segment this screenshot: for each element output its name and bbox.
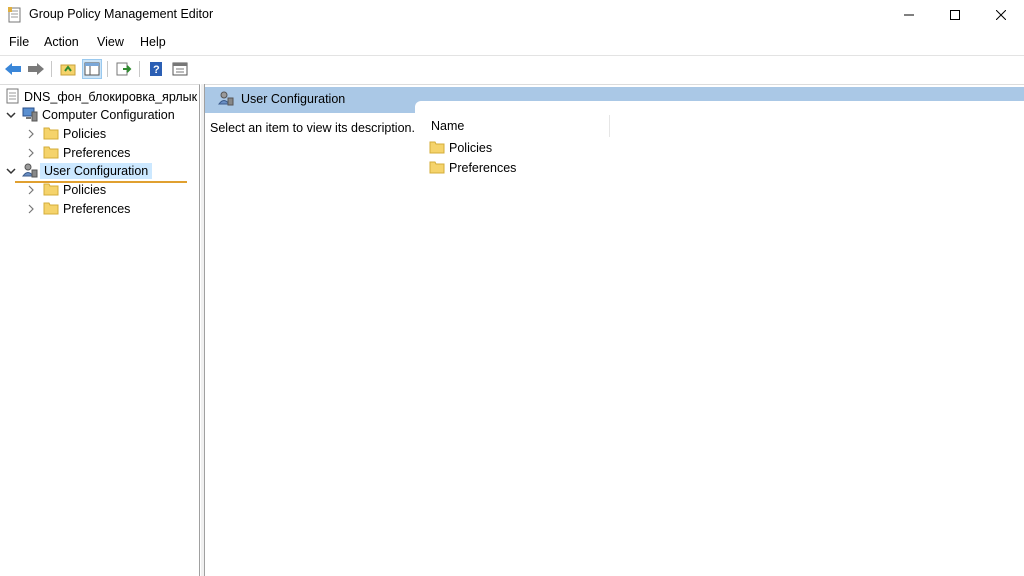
chevron-right-icon[interactable] [26, 148, 36, 158]
menu-action[interactable]: Action [44, 35, 79, 49]
menu-help[interactable]: Help [140, 35, 166, 49]
menu-bar: File Action View Help [0, 31, 1024, 53]
tree-label-user-preferences: Preferences [63, 202, 131, 216]
description-text: Select an item to view its description. [210, 121, 415, 135]
list-item-label: Preferences [449, 161, 517, 175]
folder-icon [43, 201, 59, 218]
back-icon[interactable] [3, 59, 23, 79]
list-item-preferences[interactable]: Preferences [429, 159, 516, 177]
title-bar: Group Policy Management Editor [0, 0, 1024, 30]
tree-label-computer-configuration: Computer Configuration [42, 108, 175, 122]
tree-label-computer-preferences: Preferences [63, 146, 131, 160]
show-hide-tree-icon[interactable] [82, 59, 102, 79]
tree-label-user-configuration: User Configuration [40, 163, 153, 179]
menu-view[interactable]: View [97, 35, 124, 49]
list-item-policies[interactable]: Policies [429, 139, 492, 157]
folder-icon [429, 160, 445, 177]
user-icon [218, 90, 234, 109]
folder-icon [43, 182, 59, 199]
close-button[interactable] [978, 0, 1024, 30]
chevron-right-icon[interactable] [26, 129, 36, 139]
chevron-down-icon[interactable] [6, 110, 16, 120]
forward-icon[interactable] [26, 59, 46, 79]
folder-icon [43, 126, 59, 143]
tree-root-label: DNS_фон_блокировка_ярлык [24, 90, 198, 104]
column-header-name[interactable]: Name [431, 119, 464, 133]
svg-text:?: ? [153, 64, 160, 76]
up-folder-icon[interactable] [58, 59, 78, 79]
user-icon [22, 162, 38, 181]
tree-item-user-configuration[interactable]: User Configuration [6, 162, 153, 181]
window-title: Group Policy Management Editor [29, 7, 214, 21]
folder-icon [43, 145, 59, 162]
minimize-button[interactable] [886, 0, 932, 30]
help-icon[interactable]: ? [146, 59, 166, 79]
chevron-right-icon[interactable] [26, 185, 36, 195]
details-header-title: User Configuration [241, 92, 346, 106]
tree-label-user-policies: Policies [63, 183, 107, 197]
chevron-down-icon[interactable] [6, 166, 16, 176]
column-separator[interactable] [609, 115, 610, 137]
tree-item-computer-configuration[interactable]: Computer Configuration [6, 106, 175, 124]
list-item-label: Policies [449, 141, 493, 155]
gpo-document-icon [6, 88, 20, 107]
export-list-icon[interactable] [114, 59, 134, 79]
chevron-right-icon[interactable] [26, 204, 36, 214]
tree-item-user-preferences[interactable]: Preferences [26, 200, 130, 218]
tree-item-computer-preferences[interactable]: Preferences [26, 144, 130, 162]
tree-item-computer-policies[interactable]: Policies [26, 125, 106, 143]
properties-icon[interactable] [170, 59, 190, 79]
console-tree: DNS_фон_блокировка_ярлык Computer Config… [0, 84, 200, 576]
tree-item-user-policies[interactable]: Policies [26, 181, 106, 199]
gpo-editor-icon [8, 7, 22, 23]
tree-label-computer-policies: Policies [63, 127, 107, 141]
details-pane: User Configuration Select an item to vie… [205, 84, 1024, 576]
menu-file[interactable]: File [9, 35, 29, 49]
maximize-button[interactable] [932, 0, 978, 30]
folder-icon [429, 140, 445, 157]
toolbar: ? [0, 55, 1024, 81]
tree-root-gpo[interactable]: DNS_фон_блокировка_ярлык [6, 88, 197, 106]
computer-icon [22, 106, 38, 125]
